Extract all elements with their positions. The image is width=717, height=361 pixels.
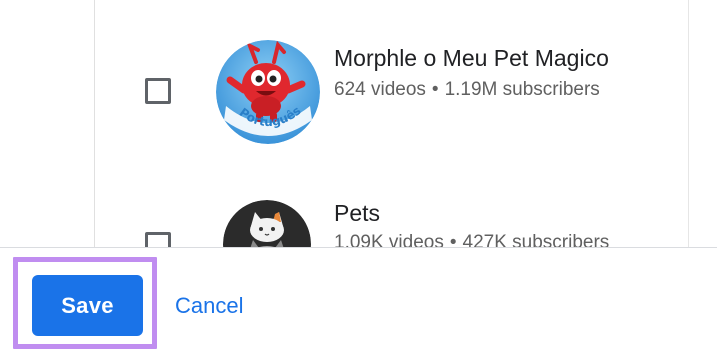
channel-checkbox[interactable] bbox=[145, 78, 171, 104]
subscriber-count: 427K subscribers bbox=[462, 232, 610, 247]
channel-row[interactable]: Pets 1.09K videos • 427K subscribers bbox=[0, 196, 690, 247]
avatar bbox=[223, 200, 311, 247]
video-count: 1.09K videos bbox=[334, 232, 444, 247]
separator: • bbox=[431, 79, 439, 100]
channel-row[interactable]: Português Morphle o Meu Pet Magico 624 v… bbox=[0, 37, 690, 147]
save-button[interactable]: Save bbox=[32, 275, 143, 336]
subscriber-count: 1.19M subscribers bbox=[444, 79, 600, 100]
channel-stats: 624 videos • 1.19M subscribers bbox=[334, 78, 600, 102]
channel-checkbox[interactable] bbox=[145, 232, 171, 247]
morphle-avatar-icon: Português bbox=[216, 40, 320, 144]
cancel-button[interactable]: Cancel bbox=[163, 275, 255, 336]
pets-avatar-icon bbox=[223, 200, 311, 247]
avatar: Português bbox=[216, 40, 320, 144]
scrollbar[interactable] bbox=[688, 0, 717, 247]
channel-name: Morphle o Meu Pet Magico bbox=[334, 45, 609, 71]
dialog-footer: Save Cancel bbox=[0, 247, 717, 361]
separator: • bbox=[449, 232, 457, 247]
channel-list: Português Morphle o Meu Pet Magico 624 v… bbox=[0, 0, 717, 247]
channel-stats: 1.09K videos • 427K subscribers bbox=[334, 231, 609, 247]
video-count: 624 videos bbox=[334, 79, 426, 100]
channel-name: Pets bbox=[334, 200, 381, 226]
